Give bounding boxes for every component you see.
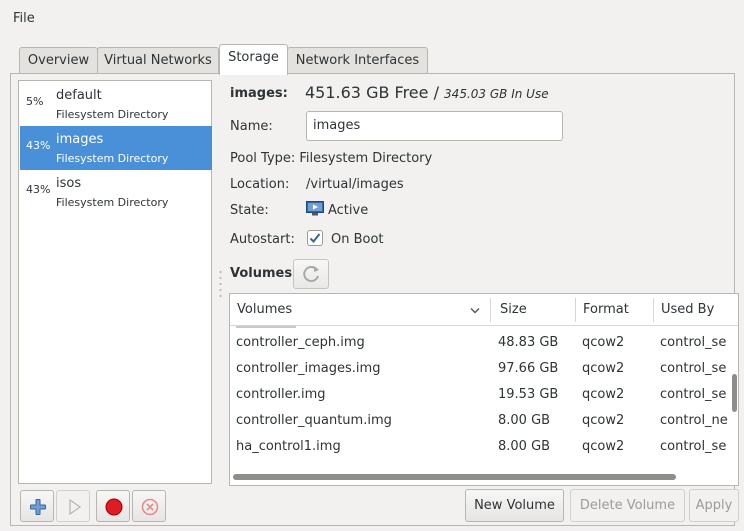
stop-pool-button[interactable]	[96, 490, 130, 522]
pool-name: default	[56, 88, 102, 103]
volume-name: controller.img	[236, 387, 326, 402]
volume-used-by: control_se	[660, 335, 727, 350]
pool-list[interactable]: 5% default Filesystem Directory 43% imag…	[18, 80, 212, 484]
pool-type: Filesystem Directory	[56, 152, 169, 165]
partial-row-hint	[236, 325, 326, 329]
tab-overview[interactable]: Overview	[19, 47, 98, 74]
volume-name: controller_images.img	[236, 361, 381, 376]
volume-used-by: control_ne	[660, 413, 728, 428]
volume-size: 48.83 GB	[498, 335, 559, 350]
pool-usage-percent: 43%	[26, 139, 51, 152]
location-label: Location:	[230, 177, 290, 192]
pool-item-images[interactable]: 43% images Filesystem Directory	[20, 126, 212, 170]
column-header-size[interactable]: Size	[500, 302, 527, 317]
capacity-separator: /	[428, 83, 445, 102]
volume-name: controller_quantum.img	[236, 413, 392, 428]
free-space: 451.63 GB Free	[305, 83, 429, 102]
column-divider	[653, 298, 654, 322]
volume-format: qcow2	[582, 335, 625, 350]
apply-button[interactable]: Apply	[689, 489, 739, 522]
column-header-volumes[interactable]: Volumes	[237, 302, 292, 317]
pool-usage-percent: 43%	[26, 183, 51, 196]
volumes-label: Volumes	[230, 266, 293, 281]
menu-bar: File	[0, 0, 744, 34]
stop-icon	[105, 498, 123, 516]
volume-used-by: control_se	[660, 439, 727, 454]
volume-format: qcow2	[582, 361, 625, 376]
pane-grip-icon[interactable]	[219, 270, 222, 300]
column-header-format[interactable]: Format	[583, 302, 629, 317]
volume-format: qcow2	[582, 387, 625, 402]
table-row[interactable]: controller.img 19.53 GB qcow2 control_se	[230, 382, 728, 408]
pool-name: images	[56, 132, 104, 147]
autostart-checkbox[interactable]	[307, 230, 323, 246]
horizontal-scrollbar[interactable]	[233, 474, 676, 480]
name-label: Name:	[230, 119, 273, 134]
state-value: Active	[328, 203, 369, 218]
plus-icon	[30, 499, 46, 515]
volume-size: 8.00 GB	[498, 413, 551, 428]
sort-chevron-down-icon[interactable]	[470, 307, 480, 315]
autostart-label: Autostart:	[230, 232, 295, 247]
volume-used-by: control_se	[660, 361, 727, 376]
tab-network-interfaces[interactable]: Network Interfaces	[287, 47, 428, 74]
delete-icon	[141, 498, 159, 516]
column-divider	[575, 298, 576, 322]
column-header-used-by[interactable]: Used By	[661, 302, 714, 317]
new-volume-button[interactable]: New Volume	[465, 489, 564, 522]
checkmark-icon	[309, 233, 321, 243]
volume-size: 97.66 GB	[498, 361, 559, 376]
volume-name: controller_ceph.img	[236, 335, 365, 350]
play-icon	[69, 498, 82, 516]
pool-name: isos	[56, 176, 82, 191]
location-value: /virtual/images	[306, 177, 404, 192]
menu-file[interactable]: File	[13, 11, 35, 26]
delete-pool-button[interactable]	[132, 490, 166, 522]
monitor-icon	[306, 201, 324, 216]
volume-format: qcow2	[582, 439, 625, 454]
table-row[interactable]: controller_images.img 97.66 GB qcow2 con…	[230, 356, 728, 382]
tab-virtual-networks[interactable]: Virtual Networks	[97, 47, 219, 74]
volume-size: 8.00 GB	[498, 439, 551, 454]
pool-item-isos[interactable]: 43% isos Filesystem Directory	[20, 170, 212, 214]
vertical-scrollbar[interactable]	[732, 374, 737, 412]
volume-used-by: control_se	[660, 387, 727, 402]
pool-type: Filesystem Directory	[56, 108, 169, 121]
table-row[interactable]: controller_quantum.img 8.00 GB qcow2 con…	[230, 408, 728, 434]
tab-storage[interactable]: Storage	[219, 44, 288, 75]
pool-capacity: 451.63 GB Free / 345.03 GB In Use	[305, 83, 549, 102]
name-field[interactable]: images	[306, 111, 563, 141]
volume-format: qcow2	[582, 413, 625, 428]
refresh-volumes-button[interactable]	[293, 259, 329, 289]
in-use-space: 345.03 GB In Use	[444, 87, 549, 101]
volume-size: 19.53 GB	[498, 387, 559, 402]
pool-type: Filesystem Directory	[56, 196, 169, 209]
pool-usage-percent: 5%	[26, 95, 44, 108]
column-divider	[490, 298, 491, 322]
pool-title: images:	[230, 86, 288, 101]
volume-name: ha_control1.img	[236, 439, 341, 454]
autostart-value: On Boot	[331, 232, 384, 247]
table-header: Volumes Size Format Used By	[230, 294, 738, 326]
state-label: State:	[230, 203, 269, 218]
volumes-table[interactable]: Volumes Size Format Used By controller_c…	[229, 293, 739, 486]
delete-volume-button[interactable]: Delete Volume	[570, 489, 685, 522]
table-row[interactable]: ha_control1.img 8.00 GB qcow2 control_se	[230, 434, 728, 460]
start-pool-button[interactable]	[56, 490, 90, 522]
pool-item-default[interactable]: 5% default Filesystem Directory	[20, 82, 212, 126]
refresh-icon	[303, 266, 319, 283]
pool-type-label: Pool Type: Filesystem Directory	[230, 151, 433, 166]
table-row[interactable]: controller_ceph.img 48.83 GB qcow2 contr…	[230, 330, 728, 356]
add-pool-button[interactable]	[20, 490, 54, 522]
